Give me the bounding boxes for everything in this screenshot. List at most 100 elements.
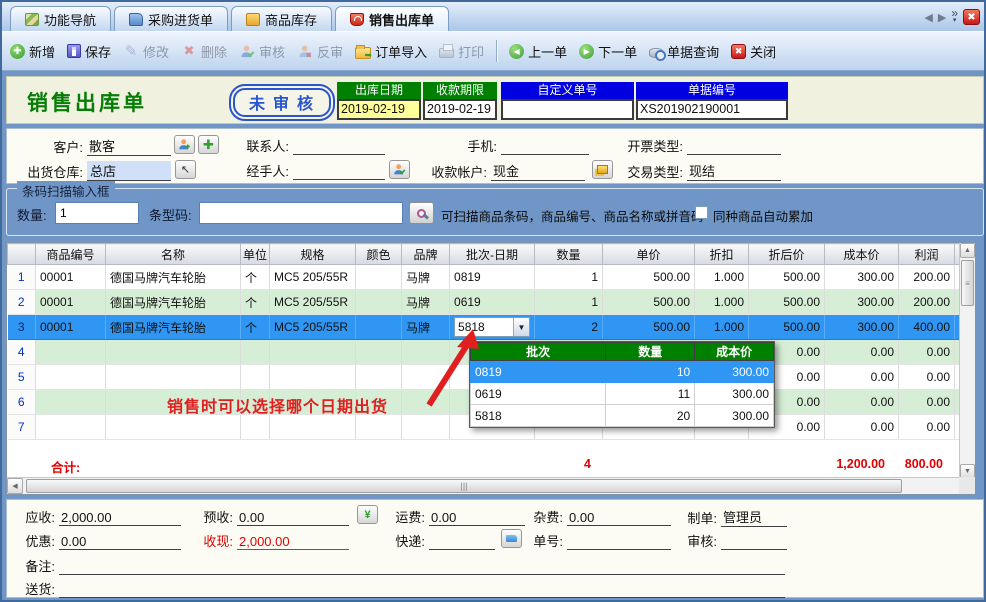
table-cell[interactable]: 0.00 [899,415,955,440]
select-customer-button[interactable] [174,135,195,154]
dropdown-cell[interactable]: 300.00 [695,361,774,383]
table-cell[interactable]: 德国马牌汽车轮胎 [106,265,241,290]
table-cell[interactable]: 0.00 [825,390,899,415]
table-cell[interactable] [241,340,270,365]
table-cell[interactable]: 500.00 [749,315,825,340]
previous-doc-button[interactable]: 上一单 [509,42,567,61]
table-cell[interactable]: MC5 205/55R [270,315,356,340]
table-cell[interactable] [356,265,402,290]
tab-function-nav[interactable]: 功能导航 [10,6,111,31]
receivable-value[interactable]: 2,000.00 [59,510,181,526]
dropdown-cell[interactable]: 0619 [471,383,606,405]
table-cell[interactable] [241,365,270,390]
edit-button[interactable]: 修改 [123,42,169,61]
table-cell[interactable]: 马牌 [402,265,450,290]
table-cell[interactable]: 0.00 [825,340,899,365]
table-cell[interactable]: 300.00 [825,290,899,315]
table-cell[interactable] [36,415,106,440]
column-header[interactable]: 单位 [241,244,270,265]
warehouse-value[interactable]: 总店 [87,161,171,181]
table-cell[interactable] [356,365,402,390]
add-customer-button[interactable]: ✚ [198,135,219,154]
table-cell[interactable]: MC5 205/55R [270,290,356,315]
table-cell[interactable]: 300.00 [825,265,899,290]
discount-value[interactable]: 0.00 [59,534,181,550]
column-header[interactable]: 名称 [106,244,241,265]
horizontal-scroll-thumb[interactable]: ||| [26,479,902,493]
table-cell[interactable]: 1.000 [695,265,749,290]
table-cell[interactable] [106,365,241,390]
table-cell[interactable]: 1.000 [695,290,749,315]
customer-value[interactable]: 散客 [87,136,171,156]
express-value[interactable] [429,534,495,550]
barcode-search-button[interactable] [409,202,434,224]
remark-value[interactable] [59,559,785,575]
table-cell[interactable]: 00001 [36,265,106,290]
audit-button[interactable]: 审核 [239,42,285,61]
horizontal-scrollbar[interactable]: ◀ ||| [7,477,959,494]
dropdown-option-row[interactable]: 581820300.00 [471,405,774,427]
new-button[interactable]: 新增 [10,42,55,61]
table-cell[interactable] [106,340,241,365]
table-cell[interactable]: 德国马牌汽车轮胎 [106,315,241,340]
mobile-value[interactable] [501,139,589,155]
table-cell[interactable]: 0.00 [899,340,955,365]
tab-scroll-right-icon[interactable]: ▶ [938,11,946,24]
column-header[interactable]: 成本价 [825,244,899,265]
table-cell[interactable] [356,315,402,340]
table-cell[interactable]: 个 [241,290,270,315]
table-cell[interactable] [356,340,402,365]
table-cell[interactable]: 0.00 [825,365,899,390]
table-cell[interactable] [270,415,356,440]
table-cell[interactable] [36,365,106,390]
table-cell[interactable]: 德国马牌汽车轮胎 [106,290,241,315]
table-cell[interactable]: 0619 [450,290,535,315]
table-cell[interactable]: 个 [241,265,270,290]
misc-fee-value[interactable]: 0.00 [567,510,671,526]
delete-button[interactable]: 删除 [181,42,227,61]
trade-type-value[interactable]: 现结 [687,161,781,181]
unaudit-button[interactable]: 反审 [297,42,343,61]
table-cell[interactable]: 500.00 [749,290,825,315]
table-cell[interactable]: 400.00 [899,315,955,340]
contact-value[interactable] [293,139,385,155]
table-cell[interactable]: 00001 [36,290,106,315]
table-cell[interactable]: 2 [535,315,603,340]
column-header[interactable]: 批次-日期 [450,244,535,265]
accumulate-checkbox[interactable] [695,206,708,219]
tab-inventory[interactable]: 商品库存 [231,6,332,31]
select-account-button[interactable] [592,160,613,179]
handler-value[interactable] [293,164,385,180]
table-cell[interactable]: 00001 [36,315,106,340]
tab-overflow-icon[interactable]: »▾ [951,9,958,25]
table-cell[interactable]: 200.00 [899,265,955,290]
table-cell[interactable]: 0819 [450,265,535,290]
print-button[interactable]: 打印 [439,42,484,61]
close-button[interactable]: 关闭 [731,42,776,61]
table-cell[interactable] [106,415,241,440]
table-cell[interactable]: 1 [535,265,603,290]
next-doc-button[interactable]: 下一单 [579,42,637,61]
dropdown-cell[interactable]: 20 [606,405,695,427]
select-warehouse-button[interactable]: ↖ [175,160,196,179]
dropdown-option-row[interactable]: 081910300.00 [471,361,774,383]
dropdown-cell[interactable]: 10 [606,361,695,383]
table-cell[interactable] [36,340,106,365]
cash-received-value[interactable]: 2,000.00 [237,534,349,550]
dropdown-cell[interactable]: 300.00 [695,383,774,405]
table-cell[interactable]: 500.00 [603,290,695,315]
table-cell[interactable] [241,415,270,440]
column-header[interactable]: 单价 [603,244,695,265]
table-row[interactable]: 200001德国马牌汽车轮胎个MC5 205/55R马牌06191500.001… [8,290,966,315]
column-header[interactable]: 利润 [899,244,955,265]
table-cell[interactable] [36,390,106,415]
table-cell[interactable]: 马牌 [402,290,450,315]
vertical-scroll-thumb[interactable]: ≡ [961,260,974,306]
prepaid-value[interactable]: 0.00 [237,510,349,526]
table-cell[interactable]: 200.00 [899,290,955,315]
batch-dropdown-table[interactable]: 批次数量成本价081910300.00061911300.00581820300… [470,342,774,427]
table-cell[interactable]: 500.00 [603,315,695,340]
invoice-type-value[interactable] [687,139,781,155]
table-cell[interactable] [402,415,450,440]
outbound-date-value[interactable]: 2019-02-19 [337,99,421,120]
